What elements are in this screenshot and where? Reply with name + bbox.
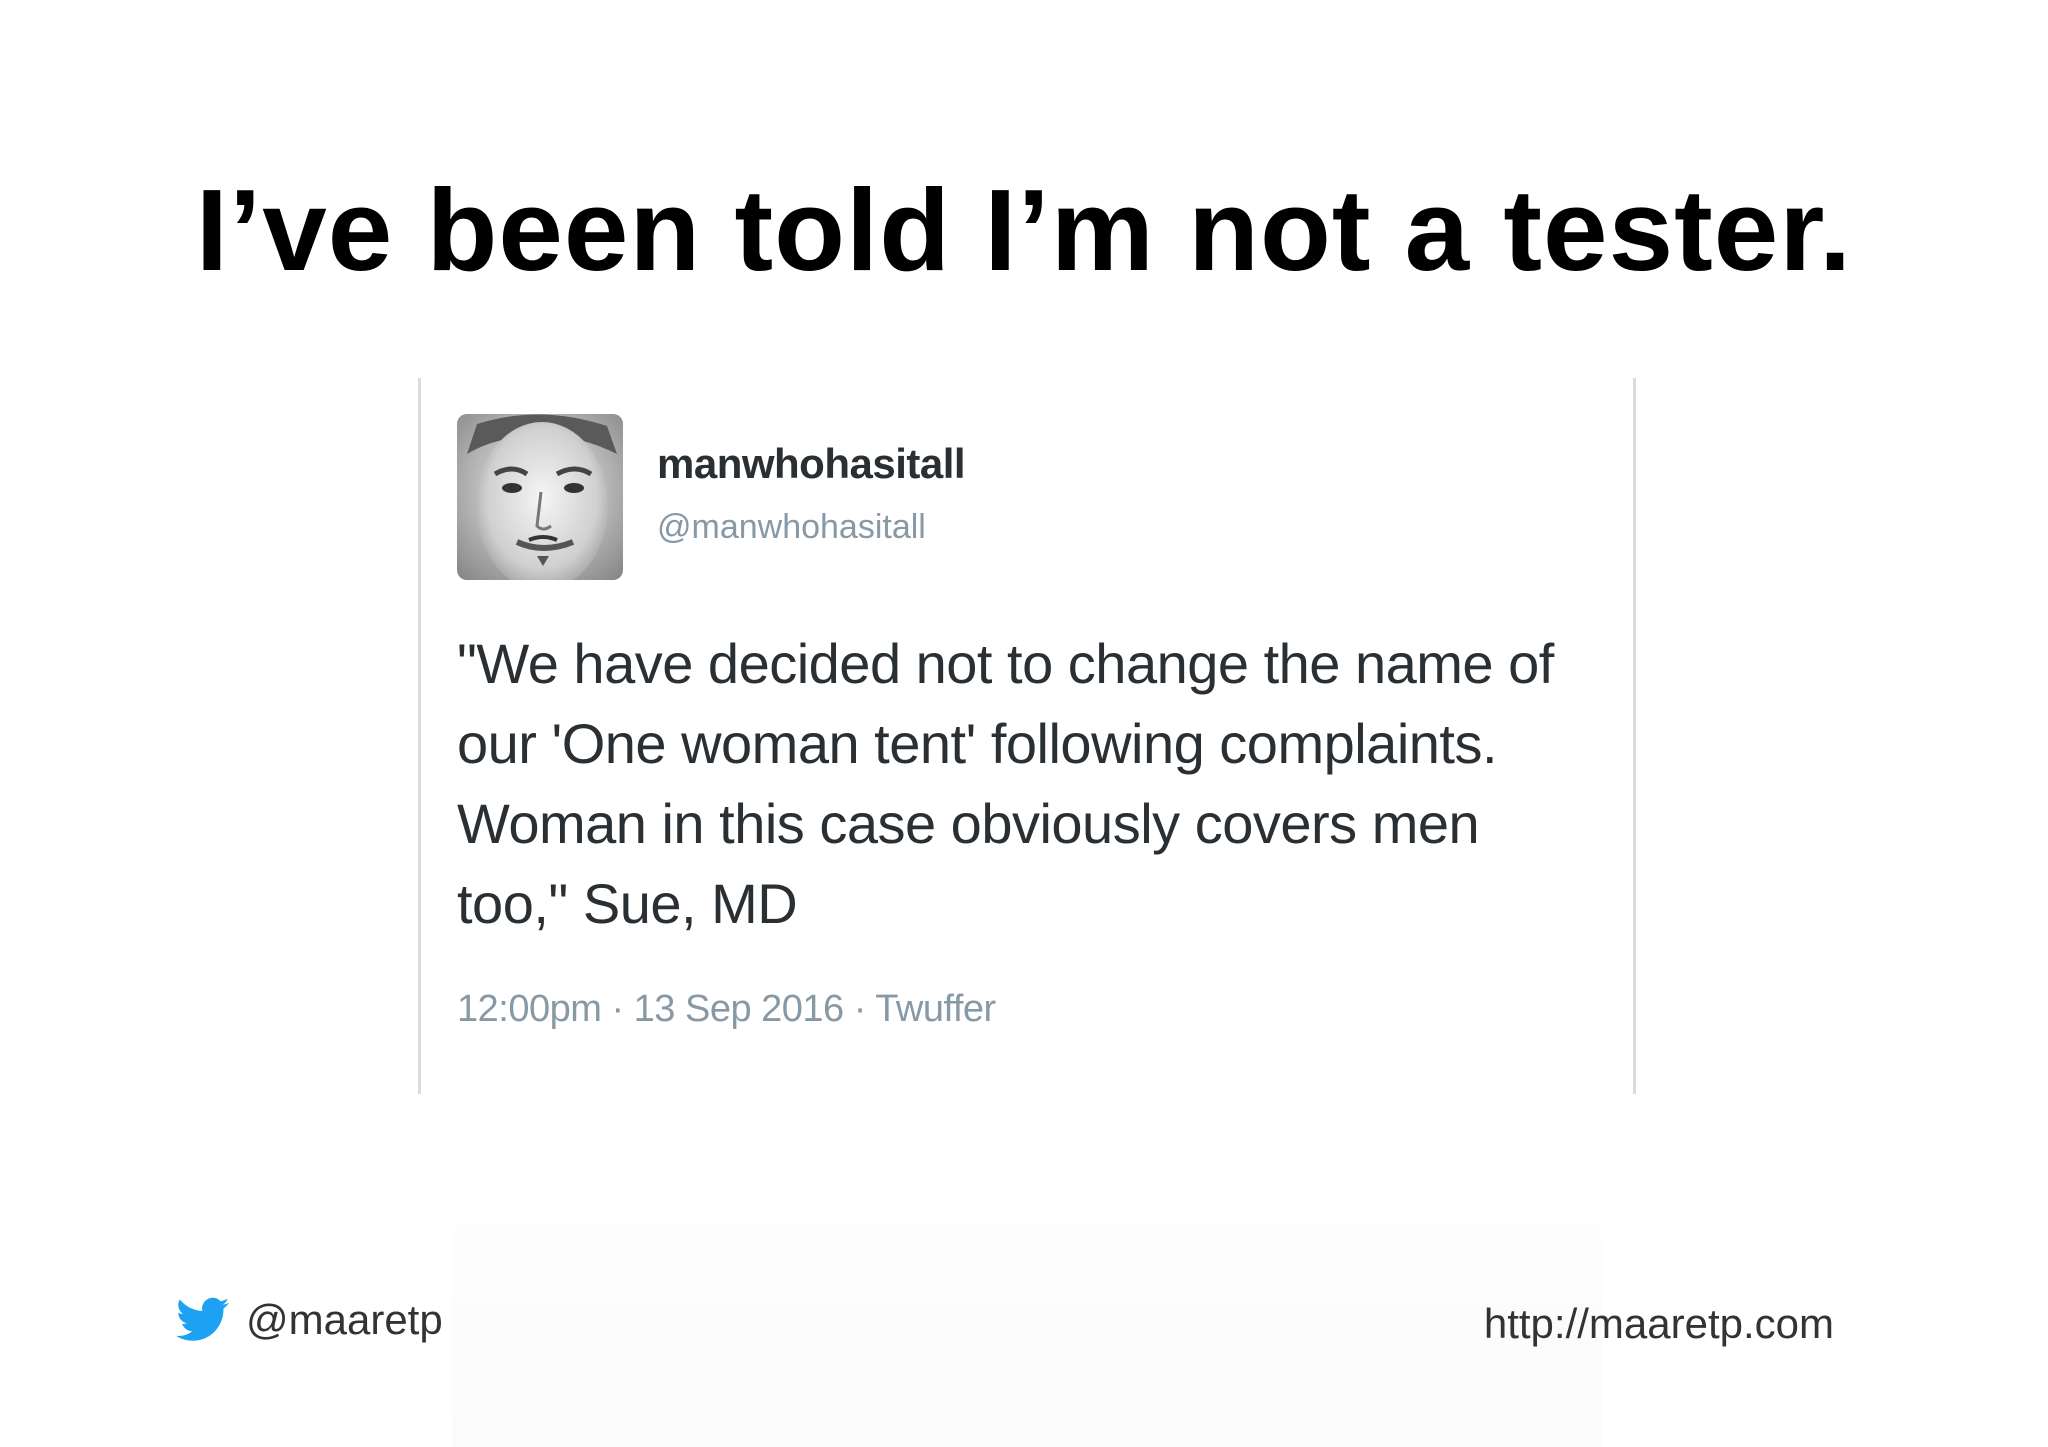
tweet-display-name[interactable]: manwhohasitall bbox=[657, 440, 966, 488]
footer-website-url[interactable]: http://maaretp.com bbox=[1484, 1300, 1834, 1348]
slide-title: I’ve been told I’m not a tester. bbox=[195, 165, 1853, 295]
tweet-text: "We have decided not to change the name … bbox=[457, 632, 1554, 935]
footer-twitter-handle[interactable]: @maaretp bbox=[246, 1296, 443, 1344]
image-background-panel bbox=[452, 1094, 1602, 1447]
tweet-handle[interactable]: @manwhohasitall bbox=[657, 508, 926, 547]
twitter-bird-icon bbox=[176, 1297, 230, 1341]
tweet-card: manwhohasitall @manwhohasitall "We have … bbox=[418, 378, 1636, 1094]
user-avatar[interactable] bbox=[457, 414, 623, 580]
footer-twitter: @maaretp bbox=[176, 1296, 443, 1344]
tweet-timestamp: 12:00pm · 13 Sep 2016 · Twuffer bbox=[457, 988, 996, 1030]
avatar-face-icon bbox=[457, 414, 623, 580]
